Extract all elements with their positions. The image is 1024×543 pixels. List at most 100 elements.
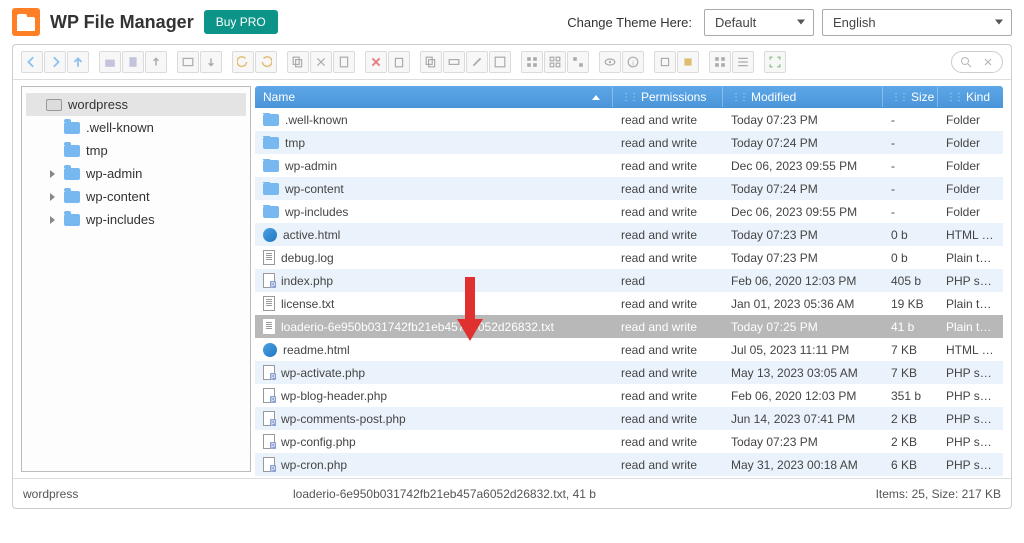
col-kind[interactable]: ⋮⋮Kind xyxy=(938,87,1003,107)
col-permissions[interactable]: ⋮⋮Permissions xyxy=(613,87,723,107)
file-rows[interactable]: .well-knownread and writeToday 07:23 PM-… xyxy=(255,108,1003,478)
file-row[interactable]: loaderio-6e950b031742fb21eb457a6052d2683… xyxy=(255,315,1003,338)
view-list-button[interactable] xyxy=(732,51,754,73)
tree-item-label: wp-admin xyxy=(86,166,142,181)
file-permissions: read and write xyxy=(613,343,723,357)
folder-tree[interactable]: wordpress .well-known tmp wp-admin wp-conte… xyxy=(21,86,251,472)
search-box[interactable] xyxy=(951,51,1003,73)
resize-button[interactable] xyxy=(489,51,511,73)
file-size: - xyxy=(883,182,938,196)
download-button[interactable] xyxy=(200,51,222,73)
col-modified[interactable]: ⋮⋮Modified xyxy=(723,87,883,107)
view-icons-button[interactable] xyxy=(709,51,731,73)
archive-button[interactable] xyxy=(677,51,699,73)
file-size: 0 b xyxy=(883,228,938,242)
file-row[interactable]: .well-knownread and writeToday 07:23 PM-… xyxy=(255,108,1003,131)
app-logo-icon xyxy=(12,8,40,36)
file-row[interactable]: wp-adminread and writeDec 06, 2023 09:55… xyxy=(255,154,1003,177)
forward-button[interactable] xyxy=(44,51,66,73)
file-kind: PHP sour xyxy=(938,435,1003,449)
tree-item[interactable]: .well-known xyxy=(26,116,246,139)
file-modified: Feb 06, 2020 12:03 PM xyxy=(723,389,883,403)
close-search-icon[interactable] xyxy=(980,54,996,70)
file-name: license.txt xyxy=(281,297,334,311)
undo-button[interactable] xyxy=(232,51,254,73)
redo-button[interactable] xyxy=(255,51,277,73)
new-folder-button[interactable] xyxy=(99,51,121,73)
file-permissions: read and write xyxy=(613,297,723,311)
open-button[interactable] xyxy=(177,51,199,73)
duplicate-button[interactable] xyxy=(420,51,442,73)
txt-icon xyxy=(263,250,275,265)
back-button[interactable] xyxy=(21,51,43,73)
info-button[interactable]: i xyxy=(622,51,644,73)
folder-icon xyxy=(263,206,279,218)
col-size[interactable]: ⋮⋮Size xyxy=(883,87,938,107)
file-kind: Plain text xyxy=(938,251,1003,265)
rename-button[interactable] xyxy=(443,51,465,73)
file-permissions: read and write xyxy=(613,320,723,334)
file-row[interactable]: active.htmlread and writeToday 07:23 PM0… xyxy=(255,223,1003,246)
tree-root[interactable]: wordpress xyxy=(26,93,246,116)
php-icon xyxy=(263,273,275,288)
cut-button[interactable] xyxy=(310,51,332,73)
file-row[interactable]: tmpread and writeToday 07:24 PM-Folder xyxy=(255,131,1003,154)
file-size: 6 KB xyxy=(883,458,938,472)
file-kind: HTML doc xyxy=(938,343,1003,357)
file-row[interactable]: wp-config.phpread and writeToday 07:23 P… xyxy=(255,430,1003,453)
php-icon xyxy=(263,388,275,403)
up-button[interactable] xyxy=(67,51,89,73)
txt-icon xyxy=(263,319,275,334)
file-size: 41 b xyxy=(883,320,938,334)
tree-item[interactable]: tmp xyxy=(26,139,246,162)
folder-icon xyxy=(263,183,279,195)
chevron-right-icon xyxy=(50,170,58,178)
file-list: Name ⋮⋮Permissions ⋮⋮Modified ⋮⋮Size ⋮⋮K… xyxy=(255,80,1011,478)
upload-button[interactable] xyxy=(145,51,167,73)
copy-button[interactable] xyxy=(287,51,309,73)
select-all-button[interactable] xyxy=(521,51,543,73)
preview-button[interactable] xyxy=(599,51,621,73)
select-none-button[interactable] xyxy=(544,51,566,73)
tree-item[interactable]: wp-content xyxy=(26,185,246,208)
file-row[interactable]: index.phpreadFeb 06, 2020 12:03 PM405 bP… xyxy=(255,269,1003,292)
tree-item[interactable]: wp-includes xyxy=(26,208,246,231)
language-select[interactable]: English xyxy=(822,9,1012,36)
col-name[interactable]: Name xyxy=(255,87,613,107)
paste-button[interactable] xyxy=(333,51,355,73)
file-modified: Jan 01, 2023 05:36 AM xyxy=(723,297,883,311)
file-permissions: read and write xyxy=(613,136,723,150)
file-modified: Today 07:23 PM xyxy=(723,435,883,449)
file-row[interactable]: wp-includesread and writeDec 06, 2023 09… xyxy=(255,200,1003,223)
fullscreen-button[interactable] xyxy=(764,51,786,73)
tree-item-label: .well-known xyxy=(86,120,154,135)
file-permissions: read and write xyxy=(613,366,723,380)
extract-button[interactable] xyxy=(654,51,676,73)
theme-select[interactable]: Default xyxy=(704,9,814,36)
file-row[interactable]: wp-comments-post.phpread and writeJun 14… xyxy=(255,407,1003,430)
file-name: readme.html xyxy=(283,343,350,357)
file-row[interactable]: debug.logread and writeToday 07:23 PM0 b… xyxy=(255,246,1003,269)
file-modified: Today 07:24 PM xyxy=(723,136,883,150)
file-row[interactable]: wp-contentread and writeToday 07:24 PM-F… xyxy=(255,177,1003,200)
empty-button[interactable] xyxy=(388,51,410,73)
column-header[interactable]: Name ⋮⋮Permissions ⋮⋮Modified ⋮⋮Size ⋮⋮K… xyxy=(255,86,1003,108)
file-permissions: read and write xyxy=(613,113,723,127)
file-row[interactable]: readme.htmlread and writeJul 05, 2023 11… xyxy=(255,338,1003,361)
file-modified: Today 07:23 PM xyxy=(723,113,883,127)
folder-icon xyxy=(64,145,80,157)
file-kind: Folder xyxy=(938,113,1003,127)
file-row[interactable]: wp-activate.phpread and writeMay 13, 202… xyxy=(255,361,1003,384)
tree-item[interactable]: wp-admin xyxy=(26,162,246,185)
drive-icon xyxy=(46,99,62,111)
file-row[interactable]: license.txt read and writeJan 01, 2023 05… xyxy=(255,292,1003,315)
file-kind: Plain text xyxy=(938,320,1003,334)
new-file-button[interactable] xyxy=(122,51,144,73)
delete-button[interactable] xyxy=(365,51,387,73)
edit-button[interactable] xyxy=(466,51,488,73)
file-row[interactable]: wp-cron.phpread and writeMay 31, 2023 00… xyxy=(255,453,1003,476)
file-row[interactable]: wp-blog-header.phpread and writeFeb 06, … xyxy=(255,384,1003,407)
folder-icon xyxy=(263,160,279,172)
invert-select-button[interactable] xyxy=(567,51,589,73)
buy-pro-button[interactable]: Buy PRO xyxy=(204,10,278,34)
